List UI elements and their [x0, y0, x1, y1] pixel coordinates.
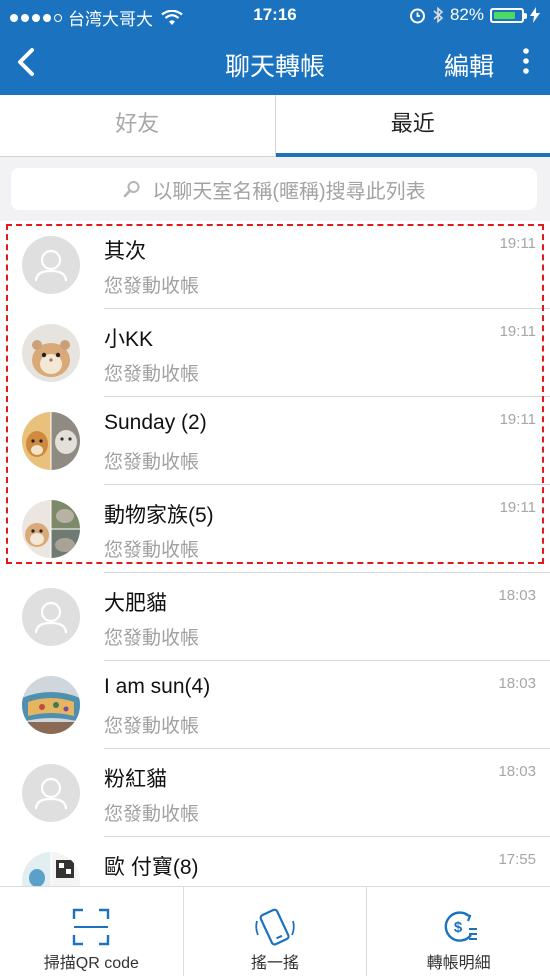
more-options-icon[interactable]	[516, 46, 536, 78]
shake-button[interactable]: 搖一搖	[184, 887, 368, 976]
transaction-history-icon: $	[444, 911, 477, 942]
chat-subtitle: 您發動收帳	[104, 452, 200, 473]
alarm-icon	[409, 8, 425, 23]
default-avatar	[22, 588, 80, 646]
tab-recent[interactable]: 最近	[275, 95, 550, 157]
scan-qr-button[interactable]: 掃描QR code	[0, 887, 184, 976]
chat-time: 19:11	[499, 235, 536, 252]
bluetooth-icon	[433, 6, 444, 24]
qr-scan-icon	[73, 908, 110, 946]
chat-list: 其次 您發動收帳 19:11 小KK 您發動收帳 19:11 Sunday (2…	[0, 221, 550, 925]
details-label: 轉帳明細	[426, 955, 491, 972]
group-avatar	[22, 500, 80, 558]
chat-subtitle: 您發動收帳	[104, 628, 200, 649]
mural-avatar	[22, 676, 80, 734]
svg-text:$: $	[454, 919, 463, 936]
chat-row[interactable]: 其次 您發動收帳 19:11	[0, 221, 550, 309]
shake-label: 搖一搖	[251, 955, 300, 972]
chat-row[interactable]: Sunday (2) 您發動收帳 19:11	[0, 397, 550, 485]
chat-subtitle: 您發動收帳	[104, 276, 200, 297]
chat-subtitle: 您發動收帳	[104, 364, 200, 385]
chat-row[interactable]: 小KK 您發動收帳 19:11	[0, 309, 550, 397]
battery-percent: 82%	[449, 5, 484, 24]
scan-label: 掃描QR code	[43, 955, 139, 972]
chat-name: 動物家族(5)	[104, 504, 214, 527]
chat-row[interactable]: I am sun(4) 您發動收帳 18:03	[0, 661, 550, 749]
chat-name: Sunday (2)	[104, 411, 207, 434]
nav-bar: 聊天轉帳 編輯	[0, 30, 550, 95]
chat-time: 17:55	[498, 851, 536, 868]
chat-name: 大肥貓	[104, 592, 167, 615]
hamster-avatar	[22, 324, 80, 382]
search-input[interactable]: 以聊天室名稱(暱稱)搜尋此列表	[11, 168, 537, 210]
search-icon	[124, 181, 140, 198]
default-avatar	[22, 236, 80, 294]
chat-time: 18:03	[498, 675, 536, 692]
transfer-details-button[interactable]: $ 轉帳明細	[367, 887, 550, 976]
chat-subtitle: 您發動收帳	[104, 804, 200, 825]
chat-row[interactable]: 動物家族(5) 您發動收帳 19:11	[0, 485, 550, 573]
tab-bar: 好友 最近	[0, 95, 550, 157]
status-bar: 台湾大哥大 17:16 82%	[0, 0, 550, 30]
phone-shake-icon	[255, 908, 295, 946]
chat-time: 18:03	[498, 763, 536, 780]
chat-row[interactable]: 大肥貓 您發動收帳 18:03	[0, 573, 550, 661]
chat-name: 粉紅貓	[104, 768, 167, 791]
chat-time: 18:03	[498, 587, 536, 604]
default-avatar	[22, 764, 80, 822]
chat-subtitle: 您發動收帳	[104, 540, 200, 561]
search-placeholder: 以聊天室名稱(暱稱)搜尋此列表	[152, 180, 426, 203]
tab-friends[interactable]: 好友	[0, 95, 276, 157]
edit-button[interactable]: 編輯	[444, 47, 494, 83]
battery-icon	[490, 7, 527, 23]
chat-subtitle: 您發動收帳	[104, 716, 200, 737]
charging-icon	[530, 7, 540, 23]
chat-time: 19:11	[499, 499, 536, 516]
chat-name: I am sun(4)	[104, 675, 211, 698]
search-section: 以聊天室名稱(暱稱)搜尋此列表	[0, 157, 550, 221]
chat-time: 19:11	[499, 323, 536, 340]
chat-name: 小KK	[104, 328, 154, 351]
bottom-bar: 掃描QR code 搖一搖 $ 轉帳明細	[0, 886, 550, 976]
dog-cat-avatar	[22, 412, 80, 470]
chat-name: 其次	[104, 240, 146, 263]
chat-time: 19:11	[499, 411, 536, 428]
chat-row[interactable]: 粉紅貓 您發動收帳 18:03	[0, 749, 550, 837]
chat-name: 歐 付寶(8)	[104, 856, 199, 879]
